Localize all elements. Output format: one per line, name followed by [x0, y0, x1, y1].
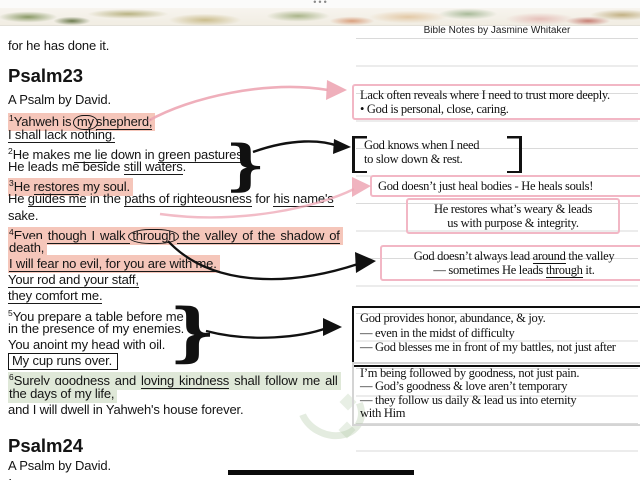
- note-line: God doesn’t always lead around the valle…: [388, 249, 640, 263]
- note-line: • God is personal, close, caring.: [360, 102, 640, 116]
- verse-line: 3He restores my soul.: [8, 175, 354, 191]
- circled-word-ink: through: [128, 229, 179, 244]
- boxed-phrase-ink: My cup runs over.: [8, 353, 118, 370]
- note-heals-souls: God doesn’t just heal bodies - He heals …: [370, 175, 640, 197]
- note-provides-honor: God provides honor, abundance, & joy.— e…: [352, 306, 640, 367]
- note-text-segment: He restores what’s weary & leads: [434, 202, 592, 216]
- verse-line: 1Yahweh is myshepherd;: [8, 110, 354, 126]
- text-segment: Psalm23: [8, 65, 83, 86]
- note-restores-weary: He restores what’s weary & leadsus with …: [406, 198, 620, 234]
- text-segment: for he has done it.: [8, 38, 109, 53]
- verse-line: He leads me beside still waters.: [8, 159, 354, 175]
- text-segment: his name's: [273, 191, 333, 207]
- note-text-segment: — they follow us daily & lead us into et…: [360, 393, 576, 407]
- note-line: with Him: [360, 407, 640, 420]
- toolbar-toggle-icon[interactable]: •••: [306, 0, 336, 7]
- note-line: He restores what’s weary & leads: [414, 202, 612, 216]
- note-text-segment: I’m being followed by goodness, not just…: [360, 366, 579, 380]
- note-text-segment: God doesn’t always lead: [414, 249, 533, 263]
- top-toolbar: •••: [0, 0, 640, 8]
- text-segment: loving kindness: [141, 373, 229, 389]
- text-segment: Psalm24: [8, 435, 83, 456]
- note-line: God knows when I need: [364, 138, 510, 152]
- note-text-segment: to slow down & rest.: [364, 152, 463, 166]
- text-segment: and I will dwell in Yahweh's house forev…: [8, 402, 243, 417]
- text-segment: death,: [9, 240, 44, 256]
- text-segment: the valley of the shadow of: [177, 228, 339, 244]
- note-line: — they follow us daily & lead us into et…: [360, 394, 640, 407]
- note-line: us with purpose & integrity.: [414, 216, 612, 230]
- text-segment: I will fear no evil, for you are with me…: [9, 256, 217, 272]
- psalm24-heading: Psalm24: [8, 434, 354, 458]
- note-line: — God’s goodness & love aren’t temporary: [360, 380, 640, 393]
- note-line: I’m being followed by goodness, not just…: [360, 367, 640, 380]
- note-line: God provides honor, abundance, & joy.: [360, 311, 640, 326]
- note-app-page: ••• Bible Notes by Jasmine Whitaker for …: [0, 0, 640, 480]
- verse-line: 2He makes me lie down in green pastures.: [8, 143, 354, 159]
- note-text-segment: around: [533, 249, 566, 264]
- note-text-segment: God knows when I need: [364, 138, 479, 152]
- text-segment: A Psalm by David.: [8, 92, 111, 107]
- text-segment: You anoint my head with oil.: [8, 337, 165, 352]
- psalm23-subtitle: A Psalm by David.: [8, 92, 354, 108]
- text-segment: A Psalm by David.: [8, 458, 111, 473]
- text-segment: He: [8, 191, 28, 206]
- verse-line: I will fear no evil, for you are with me…: [8, 256, 354, 272]
- bible-text-column: for he has done it. Psalm23 A Psalm by Dav…: [8, 38, 354, 480]
- text-segment: in the presence of my enemies.: [8, 321, 184, 336]
- text-segment: they comfort me.: [8, 288, 102, 304]
- green-highlight: the days of my life,: [8, 385, 117, 403]
- text-segment: He leads me beside: [8, 159, 124, 174]
- curly-brace-ink: }: [225, 133, 265, 197]
- pink-highlight: 4Even though I walk through the valley o…: [8, 227, 343, 245]
- verse-line: and I will dwell in Yahweh's house forev…: [8, 402, 354, 418]
- text-segment: guides me: [28, 191, 87, 207]
- note-followed-by-goodness: I’m being followed by goodness, not just…: [352, 362, 640, 426]
- note-text-segment: the valley: [566, 249, 615, 263]
- note-text-segment: us with purpose & integrity.: [447, 216, 578, 230]
- text-segment: in the: [86, 191, 124, 206]
- pink-highlight: I will fear no evil, for you are with me…: [8, 255, 220, 273]
- note-line: Lack often reveals where I need to trust…: [360, 88, 640, 102]
- note-line: to slow down & rest.: [364, 152, 510, 166]
- text-segment: still waters: [124, 159, 183, 175]
- thick-marker-ink: [228, 470, 414, 475]
- note-text-segment: it.: [583, 263, 595, 277]
- note-text-segment: — sometimes He leads: [433, 263, 545, 277]
- note-text-segment: God doesn’t just heal bodies - He heals …: [378, 179, 593, 193]
- note-text-segment: through: [546, 263, 583, 278]
- verse-line: Your rod and your staff,: [8, 272, 354, 288]
- psalm23-heading: Psalm23: [8, 64, 354, 88]
- note-lack-reveals: Lack often reveals where I need to trust…: [352, 84, 640, 120]
- verse-line: I shall lack nothing.: [8, 127, 354, 143]
- note-god-knows: God knows when I needto slow down & rest…: [352, 136, 522, 173]
- note-line: — sometimes He leads through it.: [388, 263, 640, 277]
- verse-line: 1The earth is Yahweh's, with its fullnes…: [8, 474, 354, 480]
- note-text-segment: • God is personal, close, caring.: [360, 102, 509, 116]
- text-segment: shall follow me all: [229, 373, 338, 388]
- curly-brace-ink: }: [169, 295, 216, 370]
- note-line: — God blesses me in front of my battles,…: [360, 340, 640, 355]
- note-text-segment: — God’s goodness & love aren’t temporary: [360, 379, 567, 393]
- notes-column-title: Bible Notes by Jasmine Whitaker: [356, 25, 638, 36]
- note-lead-through: God doesn’t always lead around the valle…: [380, 245, 640, 281]
- text-segment: sake.: [8, 208, 38, 223]
- note-text-segment: — even in the midst of difficulty: [360, 326, 514, 340]
- psalm22-tail: for he has done it.: [8, 38, 354, 54]
- text-segment: the days of my life,: [9, 386, 114, 401]
- verse-line: He guides me in the paths of righteousne…: [8, 191, 354, 207]
- note-text-segment: — God blesses me in front of my battles,…: [360, 340, 616, 354]
- floral-cover-strip: [0, 8, 640, 26]
- text-segment: I shall lack nothing.: [8, 127, 115, 143]
- note-line: God doesn’t just heal bodies - He heals …: [378, 179, 636, 193]
- verse-line: 6Surely goodness and loving kindness sha…: [8, 369, 354, 385]
- note-text-segment: God provides honor, abundance, & joy.: [360, 311, 545, 325]
- note-line: — even in the midst of difficulty: [360, 326, 640, 341]
- verse-line: 4Even though I walk through the valley o…: [8, 224, 354, 240]
- note-text-segment: with Him: [360, 406, 405, 420]
- note-text-segment: Lack often reveals where I need to trust…: [360, 88, 610, 102]
- verse-line: sake.: [8, 208, 354, 224]
- text-segment: Your rod and your staff,: [8, 272, 139, 288]
- text-segment: .: [183, 159, 186, 174]
